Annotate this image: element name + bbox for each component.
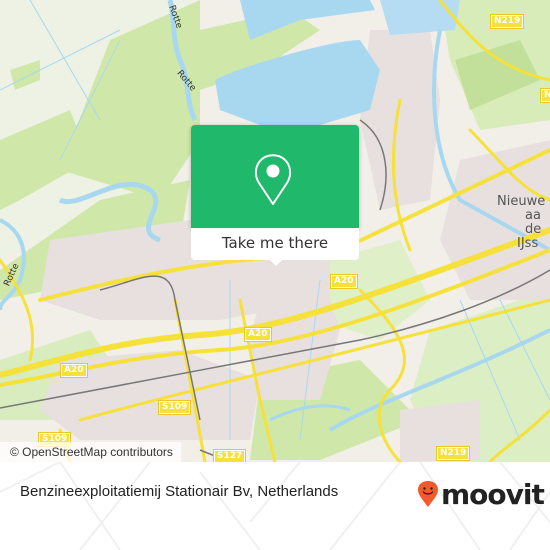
footer-bar: Benzineexploitatiemij Stationair Bv, Net…	[0, 462, 550, 550]
road-shield-n219: N219	[436, 446, 471, 461]
place-label-line: Nieuwe	[497, 194, 546, 209]
road-shield-a20: A20	[60, 363, 88, 378]
location-address: Benzineexploitatiemij Stationair Bv, Net…	[20, 483, 339, 500]
popup-header	[191, 125, 359, 228]
road-shield-n219: N219	[490, 14, 525, 29]
map-attribution[interactable]: © OpenStreetMap contributors	[0, 442, 181, 462]
moovit-pin-icon	[418, 481, 438, 507]
place-label-town: Nieuwe aa de IJss	[497, 195, 545, 251]
place-label-line: IJss	[517, 236, 539, 251]
moovit-wordmark: moovit	[441, 477, 545, 511]
place-label-line: aa	[525, 208, 541, 223]
map-pin-icon	[254, 154, 292, 205]
road-shield-s109: S109	[158, 400, 192, 415]
location-popup: Take me there	[191, 125, 359, 266]
take-me-there-button[interactable]: Take me there	[191, 228, 359, 266]
road-shield-n219-partial: N	[540, 88, 550, 103]
take-me-there-label: Take me there	[221, 234, 329, 252]
popup-pointer	[269, 259, 283, 266]
road-shield-s127: S127	[213, 449, 247, 462]
road-shield-a20: A20	[244, 327, 272, 342]
road-shield-a20: A20	[330, 274, 358, 289]
moovit-logo[interactable]: moovit	[417, 474, 545, 514]
place-label-line: de	[525, 222, 542, 237]
urban-area	[360, 30, 440, 210]
